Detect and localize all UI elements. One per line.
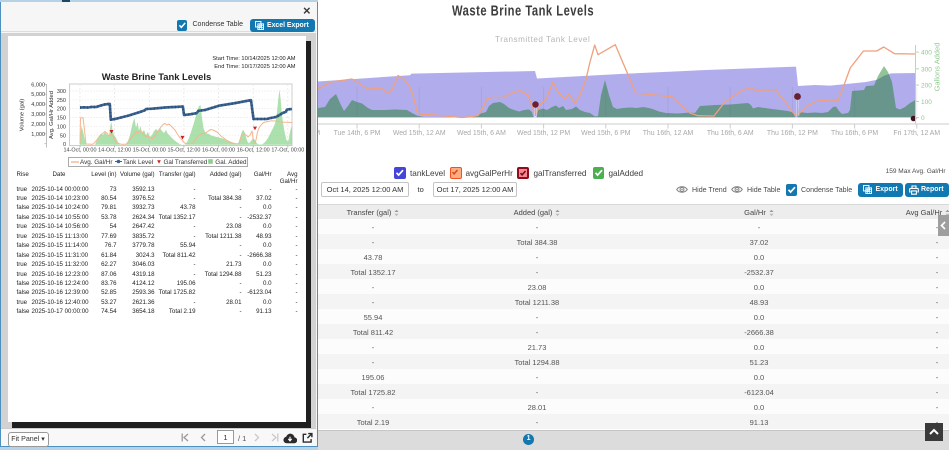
svg-text:200: 200 [921,83,932,90]
svg-text:4,000: 4,000 [31,102,45,108]
svg-text:14-Oct, 00:00: 14-Oct, 00:00 [63,148,96,154]
svg-text:6,000: 6,000 [31,82,45,88]
svg-text:2,000: 2,000 [31,122,45,128]
svg-text:300: 300 [921,66,932,73]
svg-text:1,000: 1,000 [31,132,45,138]
svg-text:16-Oct, 12:00: 16-Oct, 12:00 [236,148,269,154]
svg-text:Tue 14th, 6 PM: Tue 14th, 6 PM [334,130,381,137]
svg-text:Thu 16th, 6 PM: Thu 16th, 6 PM [831,130,878,137]
svg-text:Volume (gal): Volume (gal) [19,99,25,132]
svg-text:0: 0 [921,115,925,122]
svg-text:Wed 15th, 12 PM: Wed 15th, 12 PM [517,130,570,137]
svg-text:50: 50 [59,133,65,139]
svg-text:15-Oct, 00:00: 15-Oct, 00:00 [132,148,165,154]
svg-text:Thu 16th, 12 AM: Thu 16th, 12 AM [643,130,694,137]
svg-text:14-Oct, 12:00: 14-Oct, 12:00 [98,148,131,154]
svg-text:300: 300 [56,89,65,95]
svg-text:16-Oct, 00:00: 16-Oct, 00:00 [202,148,235,154]
svg-text:15-Oct, 12:00: 15-Oct, 12:00 [167,148,200,154]
svg-text:5,000: 5,000 [31,92,45,98]
svg-text:Fri 17th, 12 AM: Fri 17th, 12 AM [893,130,940,137]
svg-text:Thu 16th, 12 PM: Thu 16th, 12 PM [767,130,818,137]
svg-text:Wed 15th, 6 PM: Wed 15th, 6 PM [581,130,631,137]
svg-text:200: 200 [56,107,65,113]
svg-text:150: 150 [56,116,65,122]
svg-text:17-Oct, 00:00: 17-Oct, 00:00 [271,148,304,154]
svg-text:Thu 16th, 6 AM: Thu 16th, 6 AM [707,130,754,137]
svg-text:3,000: 3,000 [31,112,45,118]
svg-text:250: 250 [56,98,65,104]
svg-text:100: 100 [921,99,932,106]
svg-text:Wed 15th, 12 AM: Wed 15th, 12 AM [393,130,446,137]
svg-text:100: 100 [56,124,65,130]
svg-text:Wed 15th, 6 AM: Wed 15th, 6 AM [457,130,506,137]
svg-text:400: 400 [921,50,932,57]
svg-text:Gallons Added: Gallons Added [933,43,942,92]
svg-text:Avg. Gal/Hr Added: Avg. Gal/Hr Added [49,91,55,139]
